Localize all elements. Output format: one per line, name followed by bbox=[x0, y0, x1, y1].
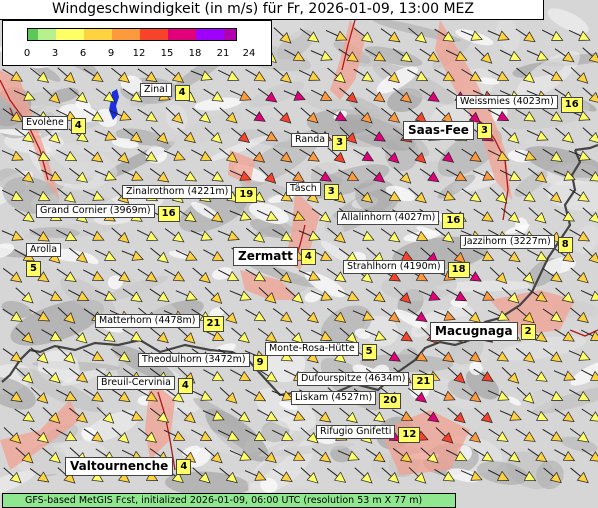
wind-speed-value: 4 bbox=[176, 459, 192, 475]
place-name: Saas-Fee bbox=[403, 121, 474, 140]
legend-tick: 21 bbox=[216, 48, 230, 59]
place-label: Matterhorn (4478m) 21 bbox=[95, 314, 225, 332]
legend-swatch bbox=[112, 29, 140, 40]
wind-speed-value: 4 bbox=[300, 249, 316, 265]
legend-swatch bbox=[28, 29, 38, 40]
place-label: Monte-Rosa-Hütte 5 bbox=[265, 342, 377, 360]
legend-color-scale bbox=[27, 28, 237, 41]
place-label: Saas-Fee 3 bbox=[403, 121, 492, 140]
place-label: Täsch 3 bbox=[286, 182, 339, 200]
place-name: Zermatt bbox=[233, 247, 298, 266]
wind-speed-value: 8 bbox=[557, 237, 573, 253]
place-name: Zinalrothorn (4221m) bbox=[122, 185, 233, 199]
legend-swatch bbox=[168, 29, 196, 40]
legend-tick: 15 bbox=[160, 48, 174, 59]
map-title: Windgeschwindigkeit (in m/s) für Fr, 202… bbox=[0, 0, 544, 20]
place-label: Valtournenche 4 bbox=[65, 457, 192, 476]
place-name: Evolène bbox=[22, 116, 68, 130]
wind-speed-value: 9 bbox=[252, 355, 268, 371]
wind-speed-value: 5 bbox=[26, 261, 41, 277]
legend-tick-labels: 0 3 6 9 12 15 18 21 24 bbox=[3, 48, 273, 62]
wind-speed-value: 5 bbox=[361, 344, 377, 360]
wind-speed-legend: 0 3 6 9 12 15 18 21 24 bbox=[2, 20, 272, 66]
legend-tick: 12 bbox=[132, 48, 146, 59]
wind-speed-value: 16 bbox=[157, 206, 180, 222]
wind-speed-value: 4 bbox=[70, 118, 86, 134]
wind-speed-value: 20 bbox=[379, 393, 402, 409]
legend-swatch bbox=[84, 29, 112, 40]
place-name: Monte-Rosa-Hütte bbox=[265, 342, 359, 356]
place-name: Zinal bbox=[140, 83, 172, 97]
legend-tick: 6 bbox=[79, 48, 87, 59]
wind-speed-value: 21 bbox=[412, 374, 435, 390]
place-label: Zinal 4 bbox=[140, 83, 190, 101]
legend-tick: 18 bbox=[188, 48, 202, 59]
place-label: Theodulhorn (3472m) 9 bbox=[138, 353, 268, 371]
wind-speed-value: 21 bbox=[202, 316, 225, 332]
place-label: Randa 3 bbox=[291, 133, 348, 151]
legend-swatch bbox=[38, 29, 56, 40]
wind-speed-value: 18 bbox=[447, 262, 470, 278]
legend-swatch bbox=[224, 29, 236, 40]
wind-speed-value: 3 bbox=[332, 135, 348, 151]
place-label: Rifugio Gnifetti 12 bbox=[316, 425, 421, 443]
place-name: Valtournenche bbox=[65, 457, 174, 476]
place-name: Randa bbox=[291, 133, 330, 147]
place-name: Strahlhorn (4190m) bbox=[343, 260, 445, 274]
place-name: Matterhorn (4478m) bbox=[95, 314, 200, 328]
legend-tick: 0 bbox=[23, 48, 31, 59]
place-label: Macugnaga 2 bbox=[430, 322, 536, 341]
place-label: Allalinhorn (4027m) 16 bbox=[337, 211, 465, 229]
forecast-footer: GFS-based MetGIS Fcst, initialized 2026-… bbox=[2, 493, 456, 508]
legend-tick: 9 bbox=[107, 48, 115, 59]
wind-speed-value: 2 bbox=[520, 324, 536, 340]
place-name: Arolla bbox=[26, 243, 62, 257]
place-name: Allalinhorn (4027m) bbox=[337, 211, 440, 225]
legend-swatch bbox=[140, 29, 168, 40]
place-label: Weissmies (4023m) 16 bbox=[456, 95, 583, 113]
place-name: Weissmies (4023m) bbox=[456, 95, 558, 109]
legend-tick: 3 bbox=[51, 48, 59, 59]
wind-speed-value: 3 bbox=[323, 184, 339, 200]
place-name: Dufourspitze (4634m) bbox=[297, 372, 410, 386]
place-name: Jazzihorn (3227m) bbox=[460, 235, 555, 249]
legend-tick: 24 bbox=[242, 48, 256, 59]
wind-speed-value: 19 bbox=[235, 187, 258, 203]
place-name: Theodulhorn (3472m) bbox=[138, 353, 250, 367]
wind-speed-value: 4 bbox=[177, 378, 193, 394]
place-label: Evolène 4 bbox=[22, 116, 86, 134]
place-name: Liskam (4527m) bbox=[291, 391, 377, 405]
legend-swatch bbox=[196, 29, 224, 40]
place-label: Liskam (4527m) 20 bbox=[291, 391, 402, 409]
place-name: Rifugio Gnifetti bbox=[316, 425, 396, 439]
legend-swatch bbox=[56, 29, 84, 40]
place-label: Grand Cornier (3969m) 16 bbox=[36, 204, 180, 222]
place-name: Breuil-Cervinia bbox=[97, 376, 175, 390]
place-name: Macugnaga bbox=[430, 322, 518, 341]
place-name: Grand Cornier (3969m) bbox=[36, 204, 155, 218]
wind-speed-value: 12 bbox=[398, 427, 421, 443]
wind-speed-value: 4 bbox=[174, 85, 190, 101]
place-label: Breuil-Cervinia 4 bbox=[97, 376, 193, 394]
place-label: Arolla 5 bbox=[26, 243, 62, 277]
place-name: Täsch bbox=[286, 182, 321, 196]
place-label: Zinalrothorn (4221m) 19 bbox=[122, 185, 258, 203]
place-label: Jazzihorn (3227m) 8 bbox=[460, 235, 573, 253]
wind-speed-value: 3 bbox=[476, 123, 492, 139]
wind-speed-value: 16 bbox=[442, 213, 465, 229]
place-label: Zermatt 4 bbox=[233, 247, 316, 266]
place-label: Dufourspitze (4634m) 21 bbox=[297, 372, 435, 390]
place-label: Strahlhorn (4190m) 18 bbox=[343, 260, 470, 278]
wind-speed-value: 16 bbox=[560, 97, 583, 113]
